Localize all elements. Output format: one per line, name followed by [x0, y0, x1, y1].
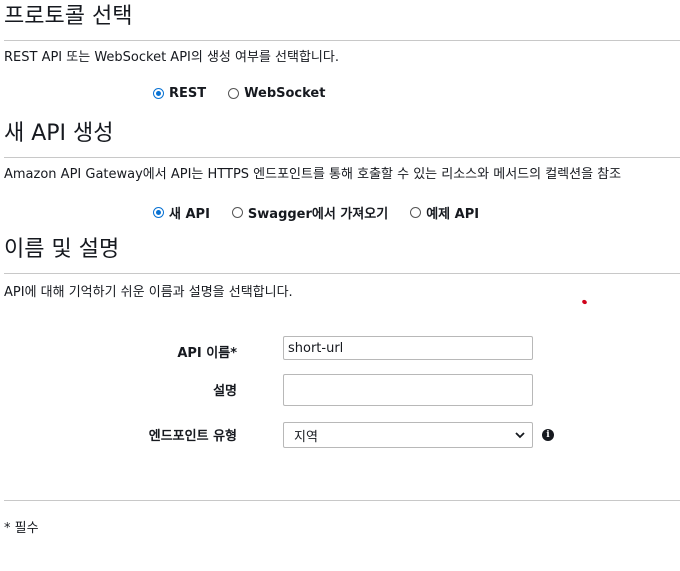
protocol-radio-group: REST WebSocket	[153, 86, 347, 101]
radio-example-api[interactable]: 예제 API	[410, 203, 479, 222]
endpoint-type-label: 엔드포인트 유형	[148, 429, 237, 444]
radio-rest-circle[interactable]	[153, 88, 164, 99]
new-api-section-title: 새 API 생성	[4, 121, 114, 146]
radio-new-api-label: 새 API	[169, 207, 210, 222]
section-divider	[4, 273, 680, 274]
chevron-down-icon	[515, 432, 525, 439]
description-label: 설명	[213, 384, 237, 399]
api-name-input[interactable]	[283, 336, 533, 360]
radio-websocket-label: WebSocket	[244, 86, 326, 101]
protocol-section-title: 프로토콜 선택	[4, 4, 133, 29]
red-dot-mark	[581, 298, 588, 306]
info-icon[interactable]: i	[542, 429, 554, 441]
radio-websocket-circle[interactable]	[228, 88, 240, 99]
protocol-section-description: REST API 또는 WebSocket API의 생성 여부를 선택합니다.	[4, 50, 339, 65]
form-footer-divider	[4, 500, 680, 501]
radio-example-api-circle[interactable]	[410, 207, 422, 218]
radio-import-swagger-circle[interactable]	[231, 207, 243, 218]
radio-import-swagger[interactable]: Swagger에서 가져오기	[231, 203, 389, 222]
api-name-label: API 이름*	[177, 346, 237, 361]
endpoint-type-selected-value: 지역	[294, 429, 318, 445]
description-input[interactable]	[283, 374, 533, 406]
radio-import-swagger-label: Swagger에서 가져오기	[247, 207, 389, 222]
radio-rest-label: REST	[169, 86, 207, 101]
required-note: * 필수	[4, 521, 39, 536]
create-api-page: 프로토콜 선택 REST API 또는 WebSocket API의 생성 여부…	[0, 0, 680, 571]
radio-rest[interactable]: REST	[153, 86, 206, 101]
radio-example-api-label: 예제 API	[426, 207, 480, 222]
section-divider	[4, 40, 680, 41]
new-api-radio-group: 새 API Swagger에서 가져오기 예제 API	[153, 203, 501, 222]
radio-new-api-circle[interactable]	[153, 207, 164, 218]
name-section-title: 이름 및 설명	[4, 237, 120, 262]
radio-new-api[interactable]: 새 API	[153, 203, 210, 222]
endpoint-type-select[interactable]: 지역	[283, 422, 533, 448]
name-section-description: API에 대해 기억하기 쉬운 이름과 설명을 선택합니다.	[4, 285, 293, 300]
radio-websocket[interactable]: WebSocket	[228, 86, 325, 101]
new-api-section-description: Amazon API Gateway에서 API는 HTTPS 엔드포인트를 통…	[4, 167, 622, 182]
section-divider	[4, 157, 680, 158]
